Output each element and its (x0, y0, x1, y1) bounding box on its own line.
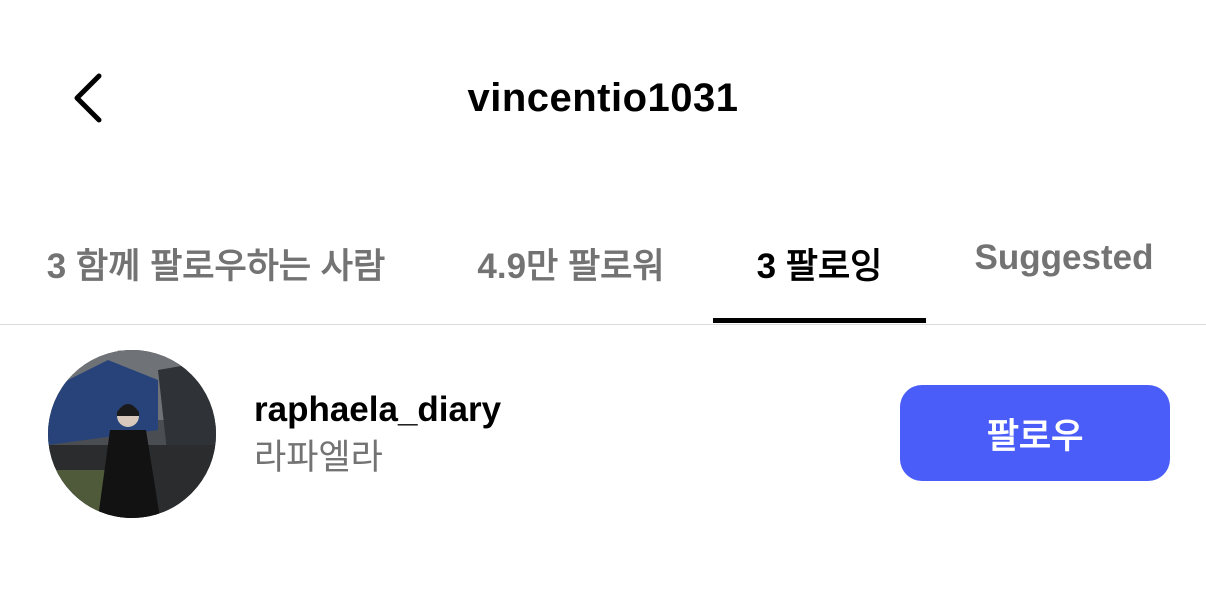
active-tab-indicator (713, 318, 926, 323)
list-item[interactable]: raphaela_diary 라파엘라 팔로우 (0, 348, 1206, 518)
page-title: vincentio1031 (467, 76, 739, 120)
follow-button[interactable]: 팔로우 (900, 385, 1170, 481)
tab-bar: 3 함께 팔로우하는 사람 4.9만 팔로워 3 팔로잉 Suggested (0, 220, 1206, 325)
avatar[interactable] (48, 350, 216, 518)
tab-following[interactable]: 3 팔로잉 (713, 220, 926, 324)
username[interactable]: raphaela_diary (254, 388, 501, 432)
tab-suggested[interactable]: Suggested (946, 220, 1182, 324)
header: vincentio1031 (0, 0, 1206, 200)
tab-followers[interactable]: 4.9만 팔로워 (448, 220, 694, 324)
tab-mutual-followers[interactable]: 3 함께 팔로우하는 사람 (28, 220, 404, 324)
full-name: 라파엘라 (254, 438, 383, 477)
avatar-photo (48, 350, 216, 518)
